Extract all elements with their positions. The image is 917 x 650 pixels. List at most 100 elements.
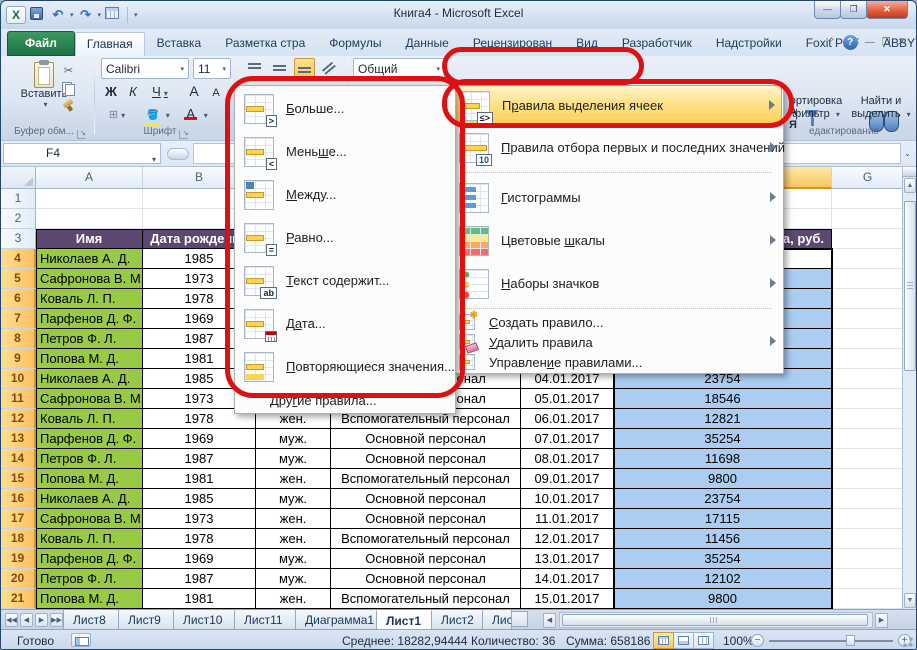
row-header-1[interactable]: 1	[1, 189, 36, 209]
bold-button[interactable]: Ж	[101, 82, 121, 101]
font-color-button[interactable]: А	[179, 104, 213, 123]
table-header-cell[interactable]: Имя	[36, 229, 143, 249]
year-cell[interactable]: 1973	[143, 509, 256, 529]
name-cell[interactable]: Николаев А. Д.	[36, 249, 143, 269]
cell[interactable]	[832, 249, 904, 269]
salary-cell[interactable]: 18546	[614, 389, 832, 409]
submenu-item[interactable]: =Равно...	[236, 216, 454, 259]
row-header-10[interactable]: 10	[1, 369, 36, 389]
row-header-13[interactable]: 13	[1, 429, 36, 449]
year-cell[interactable]: 1981	[143, 589, 256, 609]
menu-item[interactable]: Цветовые шкалы	[451, 219, 782, 262]
cut-icon[interactable]: ✂	[61, 64, 76, 78]
year-cell[interactable]: 1978	[143, 529, 256, 549]
select-all-corner[interactable]	[1, 167, 36, 189]
borders-button[interactable]: ⊞	[101, 104, 133, 123]
restore-button[interactable]: ❐	[840, 1, 867, 19]
salary-cell[interactable]: 35254	[614, 429, 832, 449]
cell[interactable]	[832, 369, 904, 389]
tab-вставка[interactable]: Вставка	[145, 31, 214, 56]
font-name-combo[interactable]: Calibri▾	[101, 58, 189, 79]
submenu-item[interactable]: Повторяющиеся значения...	[236, 345, 454, 388]
insert-worksheet-button[interactable]	[511, 611, 528, 627]
shrink-font-button[interactable]: А	[206, 83, 226, 102]
name-box[interactable]: F4▾	[3, 143, 161, 164]
row-header-3[interactable]: 3	[1, 229, 36, 249]
last-sheet-icon[interactable]: ▶▶	[50, 613, 63, 627]
resize-grip[interactable]	[901, 636, 914, 649]
find-select-button[interactable]: Найти ивыделить	[849, 95, 913, 121]
font-size-combo[interactable]: 11▾	[193, 58, 231, 79]
tab-данные[interactable]: Данные	[393, 31, 460, 56]
tab-главная[interactable]: Главная	[75, 32, 145, 56]
cell[interactable]	[36, 189, 143, 209]
name-cell[interactable]: Сафронова В. М.	[36, 389, 143, 409]
sheet-tab-лист10[interactable]: Лист10	[173, 610, 235, 630]
sheet-tab-лист8[interactable]: Лист8	[63, 610, 119, 630]
gender-cell[interactable]: муж.	[256, 489, 331, 509]
name-cell[interactable]: Петров Ф. Л.	[36, 569, 143, 589]
submenu-item[interactable]: abТекст содержит...	[236, 259, 454, 302]
align-top-icon[interactable]	[244, 58, 265, 77]
date-cell[interactable]: 12.01.2017	[521, 529, 614, 549]
year-cell[interactable]: 1987	[143, 449, 256, 469]
normal-view-button[interactable]	[653, 632, 674, 649]
vertical-scroll-thumb[interactable]	[904, 201, 916, 371]
date-cell[interactable]: 05.01.2017	[521, 389, 614, 409]
department-cell[interactable]: Вспомогательный персонал	[331, 469, 521, 489]
sheet-tab-лист9[interactable]: Лист9	[118, 610, 174, 630]
first-sheet-icon[interactable]: ◀◀	[5, 613, 18, 627]
date-cell[interactable]: 08.01.2017	[521, 449, 614, 469]
align-bottom-icon[interactable]	[294, 58, 315, 77]
department-cell[interactable]: Основной персонал	[331, 509, 521, 529]
submenu-item[interactable]: <Меньше...	[236, 130, 454, 173]
year-cell[interactable]: 1969	[143, 549, 256, 569]
name-cell[interactable]: Петров Ф. Л.	[36, 329, 143, 349]
cell[interactable]	[832, 189, 904, 209]
cell[interactable]	[832, 389, 904, 409]
macro-record-icon[interactable]	[71, 633, 91, 647]
tab-надстройки[interactable]: Надстройки	[704, 31, 794, 56]
close-button[interactable]: ✕	[866, 1, 908, 19]
row-header-12[interactable]: 12	[1, 409, 36, 429]
name-cell[interactable]: Парфенов Д. Ф.	[36, 429, 143, 449]
date-cell[interactable]: 14.01.2017	[521, 569, 614, 589]
name-cell[interactable]: Коваль Л. П.	[36, 409, 143, 429]
menu-item[interactable]: Наборы значков	[451, 262, 782, 305]
cell[interactable]	[832, 509, 904, 529]
year-cell[interactable]: 1985	[143, 489, 256, 509]
cell[interactable]	[832, 569, 904, 589]
copy-icon[interactable]	[62, 82, 74, 94]
row-header-14[interactable]: 14	[1, 449, 36, 469]
cell[interactable]	[832, 309, 904, 329]
name-cell[interactable]: Попова М. Д.	[36, 349, 143, 369]
salary-cell[interactable]: 11698	[614, 449, 832, 469]
page-break-view-button[interactable]	[693, 632, 714, 649]
salary-cell[interactable]: 9800	[614, 469, 832, 489]
cell[interactable]	[832, 469, 904, 489]
horizontal-scroll-thumb[interactable]	[562, 614, 868, 626]
menu-item[interactable]: Гистограммы	[451, 176, 782, 219]
row-header-11[interactable]: 11	[1, 389, 36, 409]
number-format-combo[interactable]: Общий▾	[353, 58, 445, 79]
submenu-item[interactable]: >Больше...	[236, 87, 454, 130]
tab-рецензирован[interactable]: Рецензирован	[461, 31, 564, 56]
row-header-15[interactable]: 15	[1, 469, 36, 489]
department-cell[interactable]: Основной персонал	[331, 449, 521, 469]
name-cell[interactable]: Парфенов Д. Ф.	[36, 309, 143, 329]
gender-cell[interactable]: жен.	[256, 469, 331, 489]
department-cell[interactable]: Основной персонал	[331, 489, 521, 509]
row-header-17[interactable]: 17	[1, 509, 36, 529]
name-cell[interactable]: Коваль Л. П.	[36, 289, 143, 309]
sort-filter-button[interactable]: ортировкафильтр	[784, 95, 848, 121]
menu-item[interactable]: Удалить правила	[451, 332, 782, 352]
year-cell[interactable]: 1969	[143, 429, 256, 449]
date-cell[interactable]: 07.01.2017	[521, 429, 614, 449]
salary-cell[interactable]: 9800	[614, 589, 832, 609]
gender-cell[interactable]: муж.	[256, 569, 331, 589]
row-header-18[interactable]: 18	[1, 529, 36, 549]
gender-cell[interactable]: жен.	[256, 509, 331, 529]
sheet-tab-диаграмма1[interactable]: Диаграмма1	[295, 610, 377, 630]
collapse-ribbon-icon[interactable]: ⌃	[827, 37, 835, 48]
tab-file[interactable]: Файл	[7, 31, 75, 56]
